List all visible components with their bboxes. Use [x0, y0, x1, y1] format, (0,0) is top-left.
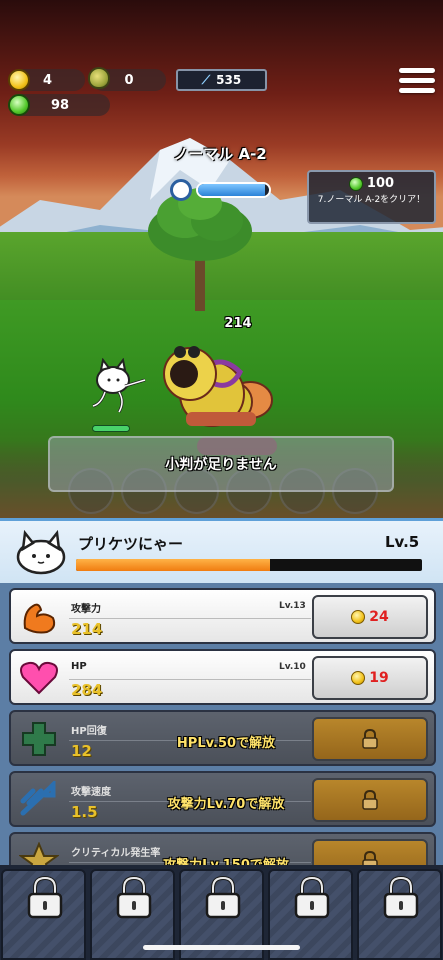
xp-bar: [76, 559, 422, 571]
menu-button[interactable]: [399, 68, 435, 98]
divider: [69, 618, 311, 619]
insufficient-coins-toast: 小判が足りません: [48, 436, 394, 492]
coin-icon: [351, 671, 366, 685]
lock-icon: [27, 875, 63, 919]
clock-icon: [170, 179, 192, 201]
power-display: ⟋ 535: [176, 69, 267, 91]
upgrade-name: 攻撃力: [71, 604, 101, 615]
character-name: プリケツにゃー: [78, 535, 184, 553]
upgrade-value: 1.5: [71, 803, 98, 821]
lock-icon: [205, 875, 241, 919]
upgrade-level: Lv.10: [279, 662, 306, 672]
lock-icon: [362, 790, 378, 810]
divider: [69, 679, 311, 680]
cat-hp-bar: [92, 425, 130, 432]
unlock-condition: HPLv.50で解放: [176, 736, 276, 751]
battle-scene[interactable]: 4 0 98 ⟋ 535 ノーマル A-2 100 7.ノーマル A-2をクリア…: [0, 0, 443, 518]
heart-icon: [20, 661, 58, 695]
quest-description: 7.ノーマル A-2をクリア！: [317, 195, 426, 205]
coin-count: 4: [42, 72, 53, 88]
lock-icon: [383, 875, 419, 919]
upgrade-row-attack: 攻撃力 Lv.13 214 24: [9, 588, 436, 644]
fruit-icon: [88, 67, 110, 89]
locked-upgrade-button[interactable]: [312, 717, 428, 761]
lock-icon: [294, 875, 330, 919]
quest-reward-value: 100: [366, 176, 395, 191]
home-indicator[interactable]: [143, 945, 300, 950]
coin-icon: [351, 610, 366, 624]
upgrade-hp-button[interactable]: 19: [312, 656, 428, 700]
upgrade-cost: 24: [369, 609, 389, 625]
lock-icon: [116, 875, 152, 919]
cat-hero: [92, 358, 146, 413]
upgrade-row-attack-speed: 攻撃速度 1.5 攻撃力Lv.70で解放: [9, 771, 436, 827]
cat-avatar: [16, 529, 66, 575]
upgrade-value: 12: [71, 742, 92, 760]
quest-panel[interactable]: 100 7.ノーマル A-2をクリア！: [307, 170, 436, 224]
upgrade-attack-button[interactable]: 24: [312, 595, 428, 639]
upgrade-name: HP: [71, 661, 87, 672]
caterpillar-enemy: [163, 346, 273, 427]
gem-icon: [8, 94, 30, 116]
upgrade-row-hp: HP Lv.10 284 19: [9, 649, 436, 705]
upgrade-value: 284: [71, 681, 103, 699]
upgrade-level: Lv.13: [279, 601, 306, 611]
stage-title: ノーマル A-2: [173, 145, 267, 163]
lock-icon: [362, 729, 378, 749]
upgrade-list[interactable]: 攻撃力 Lv.13 214 24 HP Lv.10 284 19 HP回復 12…: [0, 583, 443, 883]
upgrade-value: 214: [71, 620, 103, 638]
tab-5[interactable]: [357, 869, 442, 960]
power-value: 535: [216, 73, 242, 87]
timer-fill: [198, 184, 266, 196]
hamburger-icon: [399, 68, 435, 73]
character-header: プリケツにゃー Lv.5: [0, 518, 443, 583]
sword-icon: ⟋: [201, 72, 211, 87]
coin-icon: [8, 69, 30, 91]
character-level: Lv.5: [385, 533, 420, 551]
fruit-count: 0: [124, 72, 134, 88]
quest-reward: 100: [309, 176, 434, 191]
gem-count: 98: [50, 97, 70, 113]
muscle-arm-icon: [23, 603, 56, 634]
upgrade-cost: 19: [369, 670, 389, 686]
upgrade-name: HP回復: [71, 726, 107, 737]
xp-fill: [76, 559, 270, 571]
upgrade-row-hp-regen: HP回復 12 HPLv.50で解放: [9, 710, 436, 766]
unlock-condition: 攻撃力Lv.70で解放: [167, 797, 285, 812]
speed-arrow-icon: [20, 781, 56, 816]
green-cross-icon: [22, 722, 56, 756]
stage-timer-bar: [196, 182, 271, 198]
tab-1[interactable]: [1, 869, 86, 960]
tree: [148, 188, 252, 311]
locked-upgrade-button[interactable]: [312, 778, 428, 822]
gem-icon: [348, 176, 363, 191]
upgrade-name: 攻撃速度: [71, 787, 111, 798]
